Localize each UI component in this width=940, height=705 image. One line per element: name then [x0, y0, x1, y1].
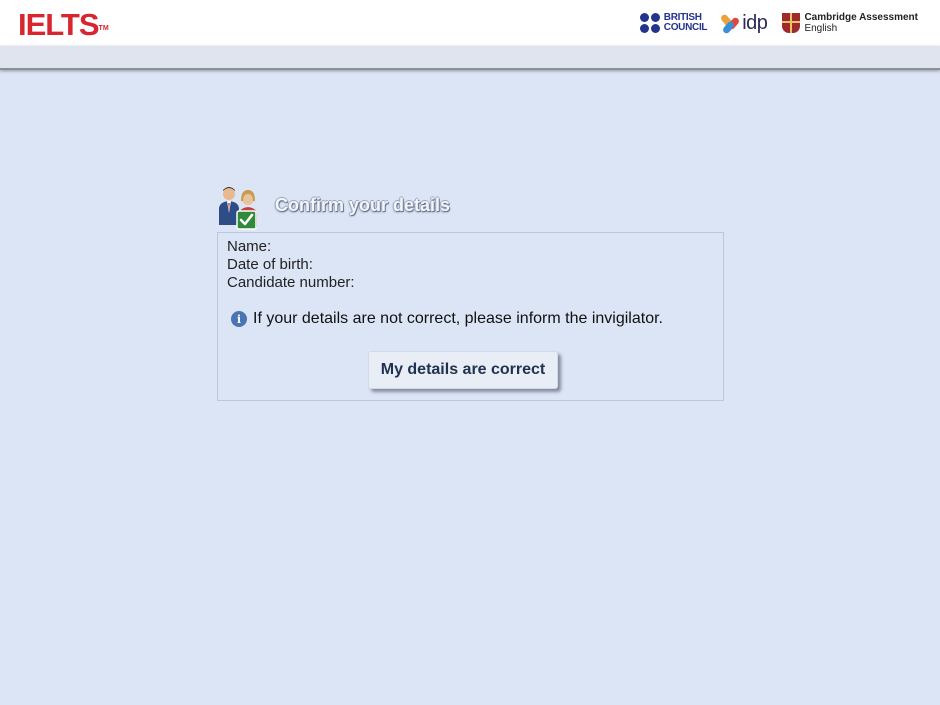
- candidate-number-label: Candidate number:: [227, 274, 355, 291]
- notice-text: If your details are not correct, please …: [253, 310, 663, 327]
- info-notice: i If your details are not correct, pleas…: [231, 310, 663, 328]
- british-council-text: BRITISH COUNCIL: [663, 13, 708, 33]
- idp-logo: idp: [719, 12, 768, 35]
- toolbar-band: [0, 46, 940, 70]
- cambridge-logo: Cambridge Assessment English: [782, 12, 918, 34]
- top-header: IELTSTM BRITISH COUNCIL idp Cambridge As…: [0, 0, 940, 46]
- dialog-title: Confirm your details: [275, 195, 451, 215]
- name-label: Name:: [227, 238, 272, 255]
- date-of-birth-label: Date of birth:: [227, 256, 313, 273]
- partner-logos: BRITISH COUNCIL idp Cambridge Assessment…: [639, 10, 918, 36]
- cambridge-shield-icon: [782, 13, 801, 33]
- idp-mark-icon: [719, 13, 741, 35]
- ielts-logo-text: IELTS: [18, 7, 100, 42]
- confirm-details-panel: Name: Date of birth: Candidate number: i…: [217, 232, 724, 401]
- idp-text: idp: [742, 12, 768, 34]
- ielts-logo: IELTSTM: [18, 8, 109, 42]
- british-council-dots-icon: [639, 13, 660, 33]
- cambridge-line1: Cambridge Assessment: [804, 12, 918, 23]
- cambridge-line2: English: [804, 23, 838, 34]
- dialog-header: Confirm your details: [217, 185, 517, 231]
- british-council-logo: BRITISH COUNCIL: [639, 13, 708, 33]
- info-icon: i: [231, 311, 247, 327]
- cambridge-text: Cambridge Assessment English: [804, 12, 918, 34]
- british-council-line2: COUNCIL: [663, 22, 708, 33]
- users-check-icon: [219, 187, 257, 230]
- trademark-mark: TM: [98, 25, 109, 32]
- confirm-details-button[interactable]: My details are correct: [368, 351, 558, 389]
